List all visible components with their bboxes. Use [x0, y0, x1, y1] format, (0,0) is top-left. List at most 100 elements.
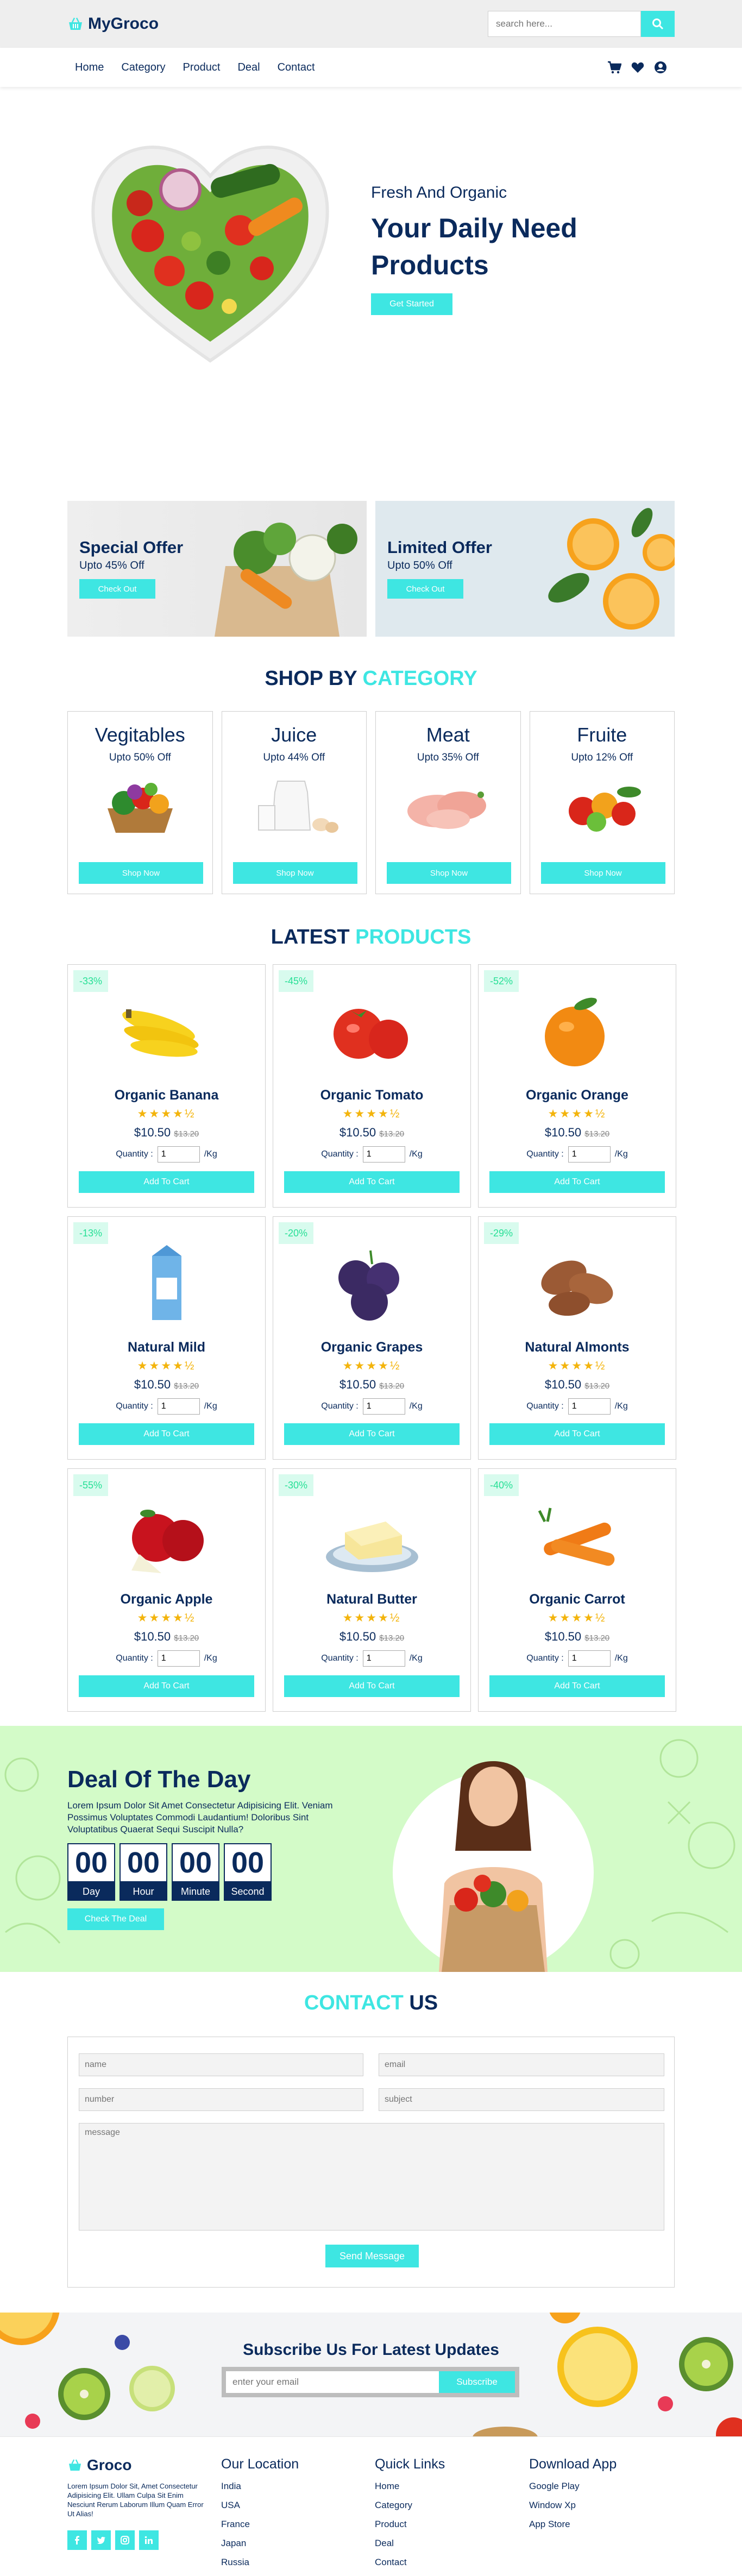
shop-now-button[interactable]: Shop Now: [232, 862, 357, 884]
star-rating: ★★★★½: [548, 1108, 607, 1120]
nav-contact[interactable]: Contact: [278, 61, 315, 74]
product-card[interactable]: -55% Organic Apple ★★★★½ $10.50 $13.20 Quant…: [67, 1468, 266, 1712]
old-price: $13.20: [379, 1129, 405, 1139]
product-card[interactable]: -45% Organic Tomato ★★★★½ $10.50 $13.20 Quan…: [273, 964, 471, 1208]
quantity-input[interactable]: [157, 1146, 200, 1163]
add-to-cart-button[interactable]: Add To Cart: [79, 1423, 254, 1445]
oranges-image: [548, 508, 675, 630]
star-rating: ★★★★½: [342, 1612, 401, 1624]
quantity-input[interactable]: [568, 1146, 611, 1163]
current-price: $10.50: [544, 1630, 582, 1643]
product-price: $10.50 $13.20: [273, 1126, 470, 1140]
quantity-input[interactable]: [362, 1650, 405, 1667]
product-card[interactable]: -33% Organic Banana ★★★★½ $10.50 $13.20 Quan…: [67, 964, 266, 1208]
category-name: Juice: [271, 724, 317, 746]
product-card[interactable]: -40% Organic Carrot ★★★★½ $10.50 $13.20 Quan…: [478, 1468, 676, 1712]
nav-category[interactable]: Category: [121, 61, 165, 74]
location-item[interactable]: Russia: [221, 2557, 299, 2568]
product-card[interactable]: -13% Natural Mild ★★★★½ $10.50 $13.20 Quanti…: [67, 1216, 266, 1460]
quantity-input[interactable]: [362, 1146, 405, 1163]
download-link[interactable]: App Store: [529, 2519, 617, 2530]
search-button[interactable]: [641, 11, 675, 37]
quantity-input[interactable]: [362, 1398, 405, 1415]
timer-label: Day: [67, 1882, 115, 1901]
location-item[interactable]: Japan: [221, 2538, 299, 2549]
quantity-row: Quantity : /Kg: [68, 1146, 265, 1163]
get-started-button[interactable]: Get Started: [371, 293, 452, 315]
current-price: $10.50: [339, 1630, 376, 1643]
add-to-cart-button[interactable]: Add To Cart: [284, 1423, 460, 1445]
download-link[interactable]: Window Xp: [529, 2500, 617, 2511]
quantity-input[interactable]: [157, 1398, 200, 1415]
add-to-cart-button[interactable]: Add To Cart: [79, 1171, 254, 1193]
location-item[interactable]: USA: [221, 2500, 299, 2511]
unit-label: /Kg: [409, 1654, 423, 1663]
woman-with-groceries-image: [393, 1761, 594, 1972]
subscribe-email-input[interactable]: [226, 2371, 439, 2393]
category-card-vegitables[interactable]: Vegitables Upto 50% Off Shop Now: [67, 711, 213, 894]
check-the-deal-button[interactable]: Check The Deal: [67, 1908, 164, 1930]
shop-now-button[interactable]: Shop Now: [387, 862, 511, 884]
cart-icon[interactable]: [607, 61, 621, 74]
timer-hour: 00 Hour: [120, 1843, 167, 1901]
download-link[interactable]: Google Play: [529, 2481, 617, 2492]
product-card[interactable]: -30% Natural Butter ★★★★½ $10.50 $13.20 Quan…: [273, 1468, 471, 1712]
quantity-input[interactable]: [568, 1650, 611, 1667]
heart-icon[interactable]: [631, 61, 644, 73]
quantity-input[interactable]: [157, 1650, 200, 1667]
add-to-cart-button[interactable]: Add To Cart: [284, 1675, 460, 1697]
add-to-cart-button[interactable]: Add To Cart: [79, 1675, 254, 1697]
footer-quick-links: Quick Links Home Category Product Deal C…: [375, 2456, 445, 2576]
facebook-icon[interactable]: [67, 2530, 87, 2550]
add-to-cart-button[interactable]: Add To Cart: [489, 1171, 665, 1193]
search-input[interactable]: [488, 11, 641, 37]
product-card[interactable]: -52% Organic Orange ★★★★½ $10.50 $13.20 Quan…: [478, 964, 676, 1208]
footer-heading: Quick Links: [375, 2456, 445, 2472]
footer-brand[interactable]: Groco: [67, 2456, 209, 2474]
add-to-cart-button[interactable]: Add To Cart: [489, 1423, 665, 1445]
location-item[interactable]: India: [221, 2481, 299, 2492]
number-field[interactable]: [79, 2088, 363, 2111]
email-field[interactable]: [379, 2053, 664, 2076]
user-icon[interactable]: [654, 61, 667, 74]
location-item[interactable]: France: [221, 2519, 299, 2530]
footer: Groco Lorem Ipsum Dolor Sit, Amet Consec…: [0, 2436, 742, 2575]
quantity-input[interactable]: [568, 1398, 611, 1415]
quick-link[interactable]: Product: [375, 2519, 445, 2530]
product-card[interactable]: -29% Natural Almonts ★★★★½ $10.50 $13.20 Qua…: [478, 1216, 676, 1460]
check-out-button[interactable]: Check Out: [79, 579, 155, 599]
quantity-label: Quantity :: [321, 1402, 359, 1411]
name-field[interactable]: [79, 2053, 363, 2076]
quick-link[interactable]: Category: [375, 2500, 445, 2511]
product-card[interactable]: -20% Organic Grapes ★★★★½ $10.50 $13.20 Quan…: [273, 1216, 471, 1460]
brand-logo[interactable]: MyGroco: [67, 15, 159, 33]
old-price: $13.20: [584, 1381, 610, 1391]
subscribe-button[interactable]: Subscribe: [439, 2371, 515, 2393]
check-out-button[interactable]: Check Out: [387, 579, 463, 599]
category-card-fruite[interactable]: Fruite Upto 12% Off Shop Now: [529, 711, 675, 894]
product-price: $10.50 $13.20: [479, 1630, 676, 1644]
category-offer: Upto 44% Off: [263, 752, 325, 763]
instagram-icon[interactable]: [115, 2530, 135, 2550]
message-field[interactable]: [79, 2123, 664, 2231]
add-to-cart-button[interactable]: Add To Cart: [489, 1675, 665, 1697]
category-card-juice[interactable]: Juice Upto 44% Off Shop Now: [221, 711, 367, 894]
social-links: [67, 2530, 209, 2550]
twitter-icon[interactable]: [91, 2530, 111, 2550]
nav-deal[interactable]: Deal: [237, 61, 260, 74]
linkedin-icon[interactable]: [139, 2530, 159, 2550]
offer-title: Special Offer: [79, 538, 184, 557]
category-card-meat[interactable]: Meat Upto 35% Off Shop Now: [375, 711, 521, 894]
product-price: $10.50 $13.20: [273, 1630, 470, 1644]
shop-now-button[interactable]: Shop Now: [540, 862, 665, 884]
nav-product[interactable]: Product: [183, 61, 221, 74]
nav-home[interactable]: Home: [75, 61, 104, 74]
add-to-cart-button[interactable]: Add To Cart: [284, 1171, 460, 1193]
send-message-button[interactable]: Send Message: [325, 2245, 419, 2267]
quick-link[interactable]: Contact: [375, 2557, 445, 2568]
product-grid: -33% Organic Banana ★★★★½ $10.50 $13.20 Quan…: [0, 964, 742, 1712]
quick-link[interactable]: Deal: [375, 2538, 445, 2549]
quick-link[interactable]: Home: [375, 2481, 445, 2492]
shop-now-button[interactable]: Shop Now: [79, 862, 203, 884]
subject-field[interactable]: [379, 2088, 664, 2111]
